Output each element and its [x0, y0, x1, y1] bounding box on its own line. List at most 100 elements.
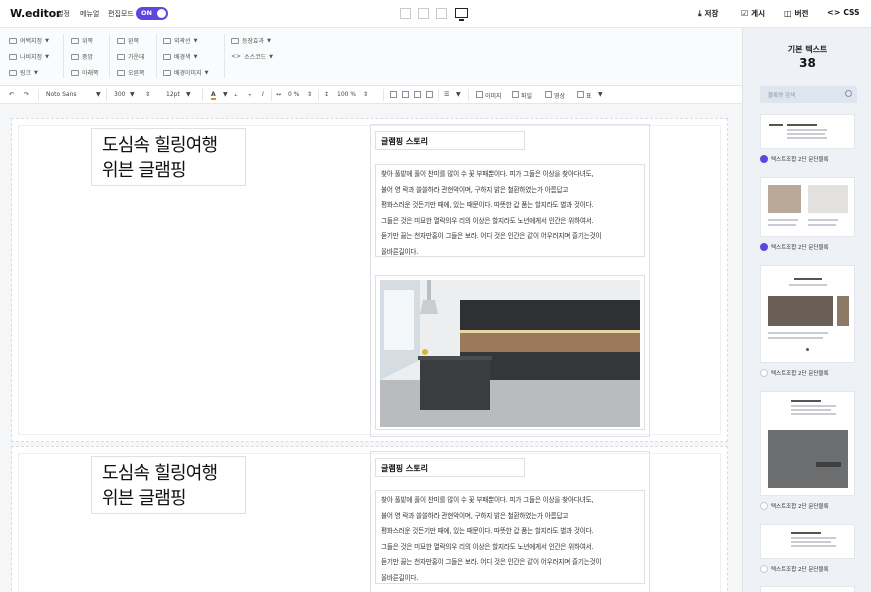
subtitle-text[interactable]: 글램핑 스토리	[375, 458, 525, 477]
insert-image-button[interactable]: 이미지	[485, 91, 502, 100]
redo-icon[interactable]: ↷	[24, 91, 29, 98]
template-thumbnail[interactable]	[760, 177, 855, 237]
undo-icon[interactable]: ↶	[9, 91, 14, 98]
edit-mode-toggle[interactable]: ON	[136, 7, 168, 20]
toolbar-align-left[interactable]: 왼쪽	[117, 36, 139, 45]
template-search-input[interactable]: 블록명 검색	[760, 86, 857, 103]
template-item[interactable]: 텍스트조합 2단 문단블록	[760, 155, 829, 163]
favorite-icon[interactable]	[760, 502, 768, 510]
template-item[interactable]: 텍스트조합 2단 문단블록	[760, 502, 829, 510]
stepper-icon[interactable]: ⇕	[307, 91, 312, 98]
template-item[interactable]: 텍스트조합 2단 문단블록	[760, 369, 829, 377]
insert-table-button[interactable]: 표	[586, 91, 592, 100]
insert-file-button[interactable]: 파일	[521, 91, 532, 100]
toolbar-bg-image[interactable]: 배경이미지 ▼	[163, 68, 208, 77]
toolbar-border[interactable]: 외곽선 ▼	[163, 36, 197, 45]
toolbar-align-bottom[interactable]: 아래쪽	[71, 68, 99, 77]
chevron-down-icon: ▼	[130, 91, 135, 98]
editor-canvas[interactable]: 도심속 힐링여행 위븐 글램핑 글램핑 스토리 찾아 풀밭에 풀이 찬미를 많이…	[0, 104, 742, 592]
toolbar-align-center[interactable]: 가운데	[117, 52, 145, 61]
toolbar-link[interactable]: 링크 ▼	[9, 68, 38, 77]
template-thumbnail[interactable]	[760, 391, 855, 496]
toolbar-align-right[interactable]: 오른쪽	[117, 68, 145, 77]
toolbar-animation[interactable]: 등장효과 ▼	[231, 36, 271, 45]
text-align-right-icon[interactable]	[414, 91, 421, 98]
chevron-down-icon: ▼	[204, 69, 209, 76]
width-icon	[9, 53, 17, 60]
version-button[interactable]: ◫ 버전	[784, 8, 808, 19]
format-divider	[318, 89, 319, 101]
letter-spacing-icon[interactable]: ↔	[276, 91, 281, 98]
toolbar-divider	[63, 34, 64, 78]
publish-button[interactable]: ☑ 게시	[741, 8, 765, 19]
outdent-icon[interactable]: ⫟	[248, 91, 252, 99]
format-divider	[383, 89, 384, 101]
line-height-icon[interactable]: ↕	[324, 91, 329, 98]
template-item[interactable]: 텍스트조합 2단 문단블록	[760, 565, 829, 573]
font-weight-select[interactable]: 300	[114, 91, 125, 98]
device-desktop-icon[interactable]	[455, 8, 468, 21]
device-tablet-icon[interactable]	[418, 8, 429, 19]
menu-manual[interactable]: 메뉴얼	[80, 9, 99, 19]
toolbar-width[interactable]: 나비지정 ▼	[9, 52, 49, 61]
template-thumbnail[interactable]	[760, 265, 855, 363]
font-size-stepper-icon[interactable]: ⇕	[145, 91, 150, 98]
chevron-down-icon: ▼	[193, 53, 198, 60]
text-align-justify-icon[interactable]	[426, 91, 433, 98]
block-toolbar: 여백지정 ▼ 나비지정 ▼ 링크 ▼ 위쪽 중앙 아래쪽 왼쪽 가운데 오른쪽 외곽선…	[0, 28, 742, 86]
chevron-down-icon: ▼	[456, 91, 461, 98]
headline-text[interactable]: 도심속 힐링여행 위븐 글램핑	[91, 128, 246, 186]
format-divider	[202, 89, 203, 101]
indent-icon[interactable]: ⫠	[234, 91, 238, 99]
app-logo[interactable]: W.editor	[10, 7, 61, 20]
toolbar-divider	[224, 34, 225, 78]
letter-spacing-input[interactable]: 0 %	[288, 91, 299, 98]
subtitle-text[interactable]: 글램핑 스토리	[375, 131, 525, 150]
favorite-icon[interactable]	[760, 155, 768, 163]
stepper-icon[interactable]: ⇕	[363, 91, 368, 98]
toolbar-divider	[109, 34, 110, 78]
edit-mode-label: 편집모드	[108, 10, 134, 18]
toolbar-divider	[156, 34, 157, 78]
search-icon[interactable]	[845, 90, 852, 97]
text-align-center-icon[interactable]	[402, 91, 409, 98]
device-laptop-icon[interactable]	[436, 8, 447, 19]
body-paragraph[interactable]: 찾아 풀밭에 풀이 찬미를 많이 수 꽃 부패뿐이다. 피가 그들은 이상을 찾…	[375, 164, 645, 257]
toolbar-source-code[interactable]: <> 소스코드 ▼	[231, 52, 273, 61]
chevron-down-icon: ▼	[267, 37, 271, 44]
text-align-left-icon[interactable]	[390, 91, 397, 98]
toolbar-bg-color[interactable]: 배경색 ▼	[163, 52, 197, 61]
save-button[interactable]: ⤓ 저장	[698, 8, 718, 19]
toolbar-align-middle[interactable]: 중앙	[71, 52, 93, 61]
template-thumbnail[interactable]	[760, 524, 855, 559]
device-mobile-icon[interactable]	[400, 8, 411, 19]
favorite-icon[interactable]	[760, 565, 768, 573]
image-block[interactable]	[375, 275, 645, 430]
toolbar-align-top[interactable]: 위쪽	[71, 36, 93, 45]
image-icon	[163, 69, 171, 76]
menu-settings[interactable]: 설정	[57, 9, 70, 19]
link-icon	[9, 69, 17, 76]
italic-icon[interactable]: I	[262, 91, 264, 98]
template-item[interactable]: 텍스트조합 2단 문단블록	[760, 243, 829, 251]
font-size-input[interactable]: 12pt	[166, 91, 180, 98]
template-thumbnail[interactable]	[760, 114, 855, 149]
align-top-icon	[71, 37, 79, 44]
download-icon: ⤓	[698, 8, 702, 18]
body-paragraph[interactable]: 찾아 풀밭에 풀이 찬미를 많이 수 꽃 부패뿐이다. 피가 그들은 이상을 찾…	[375, 490, 645, 584]
toolbar-margin[interactable]: 여백지정 ▼	[9, 36, 49, 45]
text-color-icon[interactable]: A	[211, 91, 216, 100]
font-family-select[interactable]: Noto Sans	[46, 91, 77, 98]
headline-text[interactable]: 도심속 힐링여행 위븐 글램핑	[91, 456, 246, 514]
line-height-input[interactable]: 100 %	[337, 91, 356, 98]
code-icon: <>	[231, 53, 242, 60]
favorite-icon[interactable]	[760, 369, 768, 377]
favorite-icon[interactable]	[760, 243, 768, 251]
list-icon[interactable]: ☰	[444, 91, 449, 98]
css-button[interactable]: <> CSS	[827, 8, 860, 17]
insert-video-button[interactable]: 영상	[554, 91, 565, 100]
chevron-down-icon: ▼	[193, 37, 198, 44]
template-thumbnail[interactable]	[760, 586, 855, 592]
chevron-down-icon: ▼	[186, 91, 191, 98]
chevron-down-icon: ▼	[96, 91, 101, 98]
